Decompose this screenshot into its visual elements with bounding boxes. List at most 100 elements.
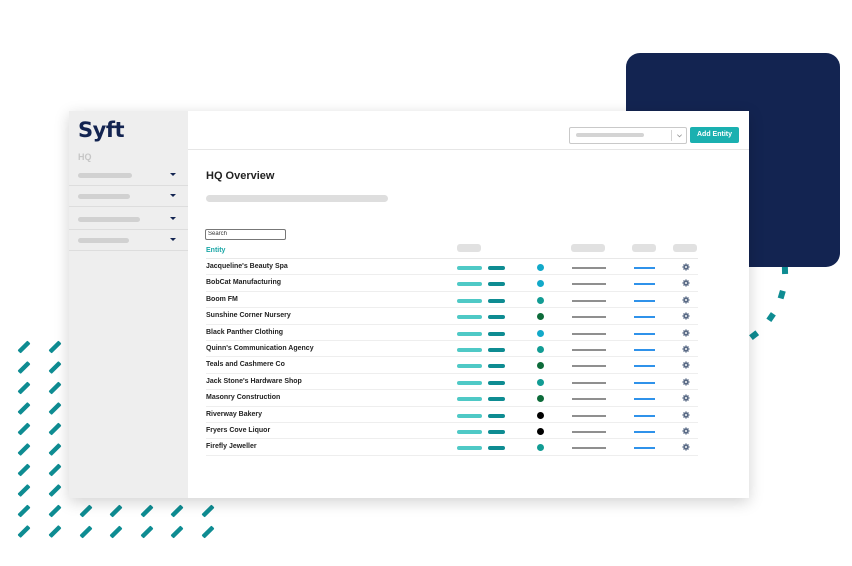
- sidebar-item-placeholder: [78, 217, 140, 222]
- entity-name[interactable]: Firefly Jeweller: [206, 443, 257, 450]
- entity-name[interactable]: Masonry Construction: [206, 394, 280, 401]
- gear-icon[interactable]: [682, 443, 690, 451]
- column-header-placeholder: [673, 244, 697, 252]
- gear-icon[interactable]: [682, 361, 690, 369]
- link-placeholder-line[interactable]: [634, 348, 655, 351]
- column-header-entity[interactable]: Entity: [206, 247, 225, 254]
- entity-name[interactable]: Jacqueline's Beauty Spa: [206, 263, 288, 270]
- value-placeholder-line: [572, 316, 606, 319]
- sidebar-item-2[interactable]: [69, 186, 188, 207]
- sidebar-item-3[interactable]: [69, 209, 188, 230]
- table-row[interactable]: Sunshine Corner Nursery: [206, 308, 698, 325]
- entity-name[interactable]: BobCat Manufacturing: [206, 279, 281, 286]
- gear-icon[interactable]: [682, 410, 690, 419]
- decorative-dash: [48, 484, 62, 497]
- value-placeholder-line: [572, 381, 606, 384]
- entity-name[interactable]: Boom FM: [206, 296, 238, 303]
- value-placeholder-line: [572, 365, 606, 368]
- table-row[interactable]: Fryers Cove Liquor: [206, 423, 698, 440]
- entity-select[interactable]: [569, 127, 687, 144]
- chevron-down-icon: [170, 194, 176, 197]
- table-row[interactable]: Teals and Cashmere Co: [206, 357, 698, 374]
- table-row[interactable]: Boom FM: [206, 292, 698, 309]
- table-row[interactable]: BobCat Manufacturing: [206, 275, 698, 292]
- syft-logo[interactable]: Syft: [78, 116, 125, 144]
- decorative-dash: [140, 525, 154, 539]
- metric-bar-light: [457, 380, 482, 385]
- metric-bar-light: [457, 266, 482, 270]
- gear-icon[interactable]: [682, 329, 690, 337]
- page-title: HQ Overview: [206, 170, 275, 182]
- table-row[interactable]: Black Panther Clothing: [206, 325, 698, 341]
- entity-name[interactable]: Quinn's Communication Agency: [206, 345, 314, 352]
- status-dot: [537, 313, 544, 321]
- metric-bar-light: [457, 298, 482, 303]
- add-entity-button[interactable]: Add Entity: [690, 127, 739, 143]
- gear-icon[interactable]: [682, 296, 690, 304]
- decorative-dash: [48, 361, 62, 374]
- link-placeholder-line[interactable]: [634, 332, 655, 335]
- metric-bar-light: [457, 446, 482, 451]
- select-placeholder: [576, 133, 644, 137]
- entity-name[interactable]: Teals and Cashmere Co: [206, 361, 285, 368]
- table-row[interactable]: Quinn's Communication Agency: [206, 341, 698, 358]
- metric-bar-light: [457, 364, 482, 369]
- gear-icon[interactable]: [682, 263, 690, 271]
- entity-name[interactable]: Sunshine Corner Nursery: [206, 312, 291, 319]
- metric-bar-light: [457, 315, 482, 320]
- sidebar-item-4[interactable]: [69, 230, 188, 251]
- metric-bar-dark: [488, 331, 505, 336]
- gear-icon[interactable]: [682, 279, 690, 287]
- link-placeholder-line[interactable]: [634, 283, 655, 286]
- metric-bar-light: [457, 347, 482, 352]
- entity-name[interactable]: Black Panther Clothing: [206, 329, 283, 336]
- decorative-dash: [17, 381, 31, 395]
- decorative-arc-dot: [777, 289, 786, 300]
- metric-bar-dark: [488, 397, 505, 402]
- status-dot: [537, 362, 544, 370]
- chevron-down-icon: [677, 134, 682, 138]
- metric-bar-dark: [488, 364, 505, 369]
- decorative-dash: [48, 381, 62, 395]
- link-placeholder-line[interactable]: [634, 381, 655, 384]
- metric-bar-dark: [488, 347, 505, 352]
- decorative-dash: [48, 422, 62, 436]
- table-row[interactable]: Jack Stone's Hardware Shop: [206, 374, 698, 391]
- entity-table-body: Jacqueline's Beauty Spa BobCat Manufactur…: [206, 259, 698, 456]
- link-placeholder-line[interactable]: [634, 447, 655, 450]
- link-placeholder-line[interactable]: [634, 398, 655, 401]
- decorative-dash: [17, 525, 31, 538]
- link-placeholder-line[interactable]: [634, 365, 655, 368]
- metric-bar-dark: [488, 315, 505, 320]
- decorative-dash: [170, 525, 184, 539]
- gear-icon[interactable]: [682, 312, 690, 320]
- entity-name[interactable]: Riverway Bakery: [206, 411, 262, 418]
- decorative-arc-dot: [781, 265, 789, 275]
- link-placeholder-line[interactable]: [634, 299, 655, 302]
- decorative-dash: [201, 525, 215, 539]
- sidebar-item-placeholder: [78, 238, 129, 243]
- table-row[interactable]: Firefly Jeweller: [206, 439, 698, 456]
- value-placeholder-line: [572, 398, 606, 401]
- table-row[interactable]: Masonry Construction: [206, 390, 698, 407]
- gear-icon[interactable]: [682, 345, 690, 353]
- gear-icon[interactable]: [682, 394, 690, 402]
- decorative-dash: [17, 504, 31, 518]
- table-row[interactable]: Jacqueline's Beauty Spa: [206, 259, 698, 276]
- link-placeholder-line[interactable]: [634, 414, 655, 417]
- value-placeholder-line: [572, 267, 606, 269]
- link-placeholder-line[interactable]: [634, 316, 655, 319]
- link-placeholder-line[interactable]: [634, 430, 655, 433]
- metric-bar-dark: [488, 413, 505, 418]
- entity-name[interactable]: Fryers Cove Liquor: [206, 427, 270, 434]
- link-placeholder-line[interactable]: [634, 267, 655, 269]
- gear-icon[interactable]: [682, 378, 690, 386]
- status-dot: [537, 280, 544, 288]
- decorative-dash: [17, 340, 31, 354]
- entity-name[interactable]: Jack Stone's Hardware Shop: [206, 378, 302, 385]
- gear-icon[interactable]: [682, 427, 690, 435]
- search-input[interactable]: [205, 229, 286, 240]
- decorative-arc-dot: [766, 312, 776, 323]
- table-row[interactable]: Riverway Bakery: [206, 407, 698, 423]
- sidebar-item-1[interactable]: [69, 165, 188, 186]
